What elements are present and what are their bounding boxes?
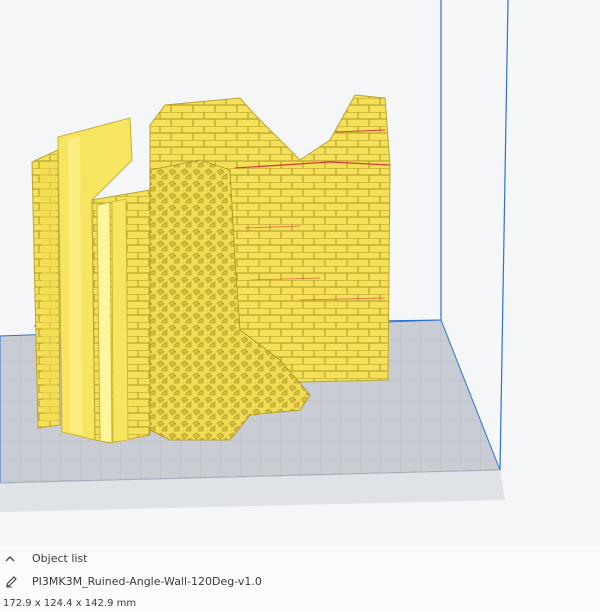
object-name-row[interactable]: PI3MK3M_Ruined-Angle-Wall-120Deg-v1.0 [5, 575, 262, 588]
viewport-canvas [0, 0, 509, 512]
object-dimensions: 172.9 x 124.4 x 142.9 mm [3, 598, 137, 609]
chevron-up-icon [4, 554, 16, 564]
3d-viewport[interactable] [0, 0, 600, 545]
object-list-toggle[interactable]: Object list [4, 552, 87, 565]
pencil-icon[interactable] [5, 575, 18, 588]
object-list-panel: Object list PI3MK3M_Ruined-Angle-Wall-12… [0, 545, 600, 612]
object-name: PI3MK3M_Ruined-Angle-Wall-120Deg-v1.0 [32, 575, 262, 588]
object-dimensions-row: 172.9 x 124.4 x 142.9 mm [3, 598, 136, 609]
object-list-label: Object list [32, 552, 88, 565]
